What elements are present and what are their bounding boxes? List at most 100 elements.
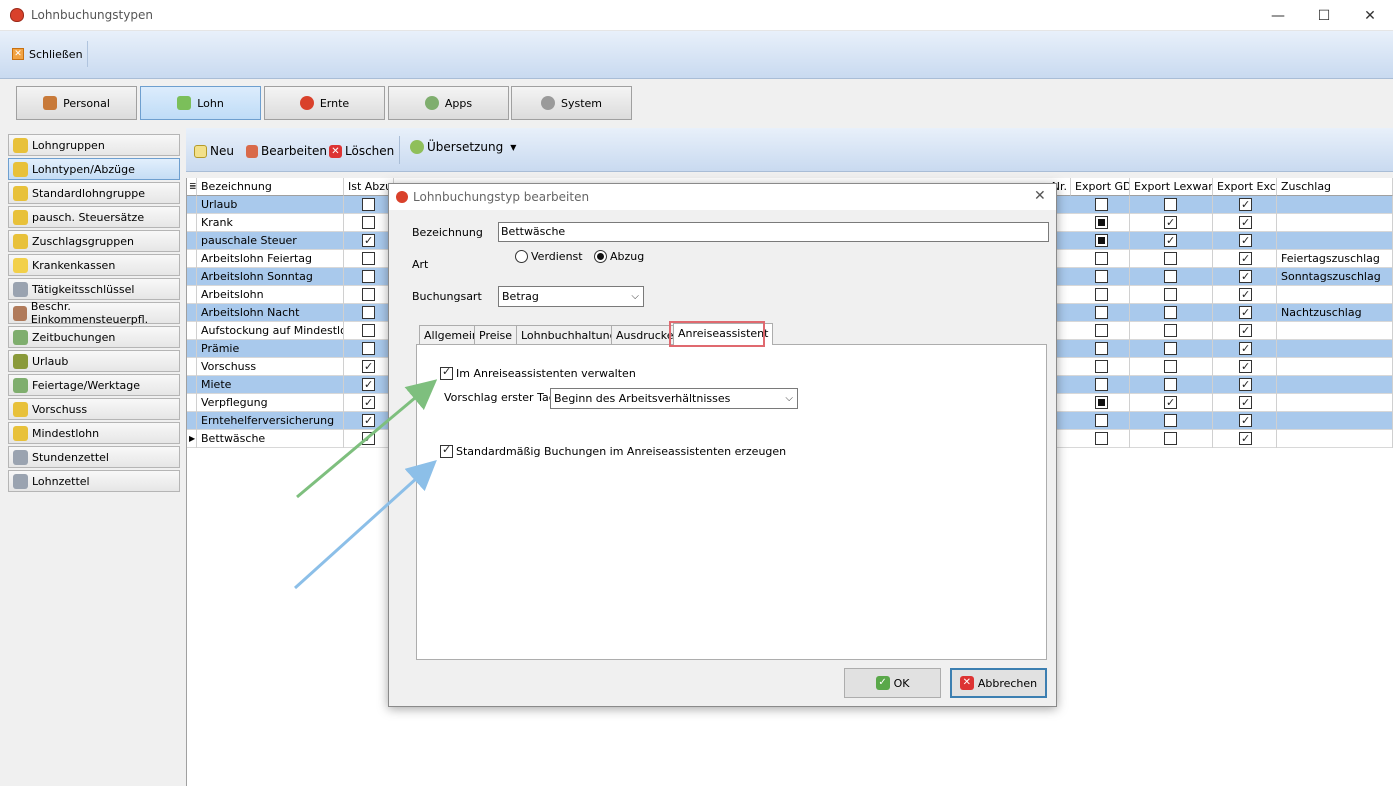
lexware-checkbox[interactable]	[1164, 414, 1177, 427]
row-selector[interactable]	[187, 394, 197, 412]
row-selector[interactable]	[187, 268, 197, 286]
abzug-checkbox[interactable]	[362, 288, 375, 301]
abzug-checkbox[interactable]	[362, 376, 375, 394]
bezeichnung-input[interactable]: Bettwäsche	[498, 222, 1049, 242]
abzug-checkbox[interactable]	[362, 232, 375, 250]
minimize-button[interactable]: —	[1255, 0, 1301, 31]
lexware-checkbox[interactable]	[1164, 252, 1177, 265]
maximize-button[interactable]: ☐	[1301, 0, 1347, 31]
lexware-checkbox[interactable]	[1164, 432, 1177, 445]
lexware-checkbox[interactable]	[1164, 324, 1177, 337]
abzug-checkbox[interactable]	[362, 412, 375, 430]
abzug-checkbox[interactable]	[362, 394, 375, 412]
gdi-checkbox[interactable]	[1095, 198, 1108, 211]
tab-preise[interactable]: Preise	[474, 325, 518, 345]
col-export-excel[interactable]: Export Excel	[1213, 178, 1277, 196]
radio-verdienst-circle[interactable]	[515, 250, 528, 263]
row-selector[interactable]	[187, 196, 197, 214]
dialog-close-icon[interactable]: ✕	[1034, 188, 1046, 204]
excel-checkbox[interactable]	[1239, 340, 1252, 358]
abzug-checkbox[interactable]	[362, 216, 375, 229]
lexware-checkbox[interactable]	[1164, 394, 1177, 412]
sidebar-item[interactable]: Feiertage/Werktage	[8, 374, 180, 396]
gdi-checkbox[interactable]	[1095, 342, 1108, 355]
module-lohn-button[interactable]: Lohn	[140, 86, 261, 120]
close-window-button[interactable]: ✕	[1347, 0, 1393, 31]
vorschlag-select[interactable]: Beginn des Arbeitsverhältnisses ⌵	[550, 388, 798, 409]
new-button[interactable]: Neu	[194, 142, 234, 160]
abzug-checkbox[interactable]	[362, 358, 375, 376]
row-selector[interactable]	[187, 250, 197, 268]
gdi-checkbox[interactable]	[1095, 288, 1108, 301]
gdi-checkbox[interactable]	[1095, 216, 1108, 229]
sidebar-item[interactable]: Zuschlagsgruppen	[8, 230, 180, 252]
abzug-checkbox[interactable]	[362, 252, 375, 265]
excel-checkbox[interactable]	[1239, 214, 1252, 232]
row-selector[interactable]	[187, 214, 197, 232]
gdi-checkbox[interactable]	[1095, 378, 1108, 391]
lexware-checkbox[interactable]	[1164, 288, 1177, 301]
col-bezeichnung[interactable]: Bezeichnung	[197, 178, 344, 196]
module-personal-button[interactable]: Personal	[16, 86, 137, 120]
lexware-checkbox[interactable]	[1164, 198, 1177, 211]
standard-checkbox-row[interactable]: Standardmäßig Buchungen im Anreiseassist…	[440, 443, 786, 458]
delete-button[interactable]: ✕ Löschen	[329, 142, 394, 160]
tab-lohnbuchhaltung[interactable]: Lohnbuchhaltung	[516, 325, 622, 345]
edit-button[interactable]: Bearbeiten	[246, 142, 327, 160]
sidebar-item[interactable]: Beschr. Einkommensteuerpfl.	[8, 300, 180, 326]
sidebar-item[interactable]: Zeitbuchungen	[8, 326, 180, 348]
module-apps-button[interactable]: Apps	[388, 86, 509, 120]
gdi-checkbox[interactable]	[1095, 306, 1108, 319]
row-selector[interactable]	[187, 304, 197, 322]
sidebar-item[interactable]: Lohntypen/Abzüge	[8, 158, 180, 180]
abzug-checkbox[interactable]	[362, 306, 375, 319]
col-export-gdi[interactable]: Export GDI	[1071, 178, 1130, 196]
sidebar-item[interactable]: Lohnzettel	[8, 470, 180, 492]
excel-checkbox[interactable]	[1239, 394, 1252, 412]
lexware-checkbox[interactable]	[1164, 342, 1177, 355]
col-export-lexware[interactable]: Export Lexware	[1130, 178, 1213, 196]
grid-menu-icon[interactable]: ≣	[187, 178, 197, 196]
row-selector[interactable]	[187, 232, 197, 250]
sidebar-item[interactable]: Stundenzettel	[8, 446, 180, 468]
module-ernte-button[interactable]: Ernte	[264, 86, 385, 120]
sidebar-item[interactable]: Krankenkassen	[8, 254, 180, 276]
excel-checkbox[interactable]	[1239, 286, 1252, 304]
lexware-checkbox[interactable]	[1164, 378, 1177, 391]
gdi-checkbox[interactable]	[1095, 270, 1108, 283]
translation-button[interactable]: Übersetzung ▼	[410, 138, 516, 156]
gdi-checkbox[interactable]	[1095, 324, 1108, 337]
row-selector[interactable]	[187, 412, 197, 430]
sidebar-item[interactable]: Mindestlohn	[8, 422, 180, 444]
abzug-checkbox[interactable]	[362, 270, 375, 283]
lexware-checkbox[interactable]	[1164, 270, 1177, 283]
row-selector[interactable]	[187, 340, 197, 358]
gdi-checkbox[interactable]	[1095, 396, 1108, 409]
col-zuschlag[interactable]: Zuschlag	[1277, 178, 1393, 196]
excel-checkbox[interactable]	[1239, 430, 1252, 448]
cancel-button[interactable]: ✕ Abbrechen	[950, 668, 1047, 698]
ok-button[interactable]: ✓ OK	[844, 668, 941, 698]
standard-checkbox[interactable]	[440, 443, 453, 458]
gdi-checkbox[interactable]	[1095, 234, 1108, 247]
gdi-checkbox[interactable]	[1095, 432, 1108, 445]
row-selector[interactable]: ▶	[187, 430, 197, 448]
sidebar-item[interactable]: Lohngruppen	[8, 134, 180, 156]
buchungsart-select[interactable]: Betrag ⌵	[498, 286, 644, 307]
sidebar-item[interactable]: Urlaub	[8, 350, 180, 372]
gdi-checkbox[interactable]	[1095, 360, 1108, 373]
row-selector[interactable]	[187, 376, 197, 394]
radio-abzug-circle[interactable]	[594, 250, 607, 263]
abzug-checkbox[interactable]	[362, 324, 375, 337]
abzug-checkbox[interactable]	[362, 430, 375, 448]
row-selector[interactable]	[187, 322, 197, 340]
excel-checkbox[interactable]	[1239, 196, 1252, 214]
lexware-checkbox[interactable]	[1164, 232, 1177, 250]
excel-checkbox[interactable]	[1239, 376, 1252, 394]
sidebar-item[interactable]: Vorschuss	[8, 398, 180, 420]
excel-checkbox[interactable]	[1239, 250, 1252, 268]
sidebar-item[interactable]: Standardlohngruppe	[8, 182, 180, 204]
excel-checkbox[interactable]	[1239, 268, 1252, 286]
radio-abzug[interactable]: Abzug	[594, 250, 644, 263]
excel-checkbox[interactable]	[1239, 322, 1252, 340]
